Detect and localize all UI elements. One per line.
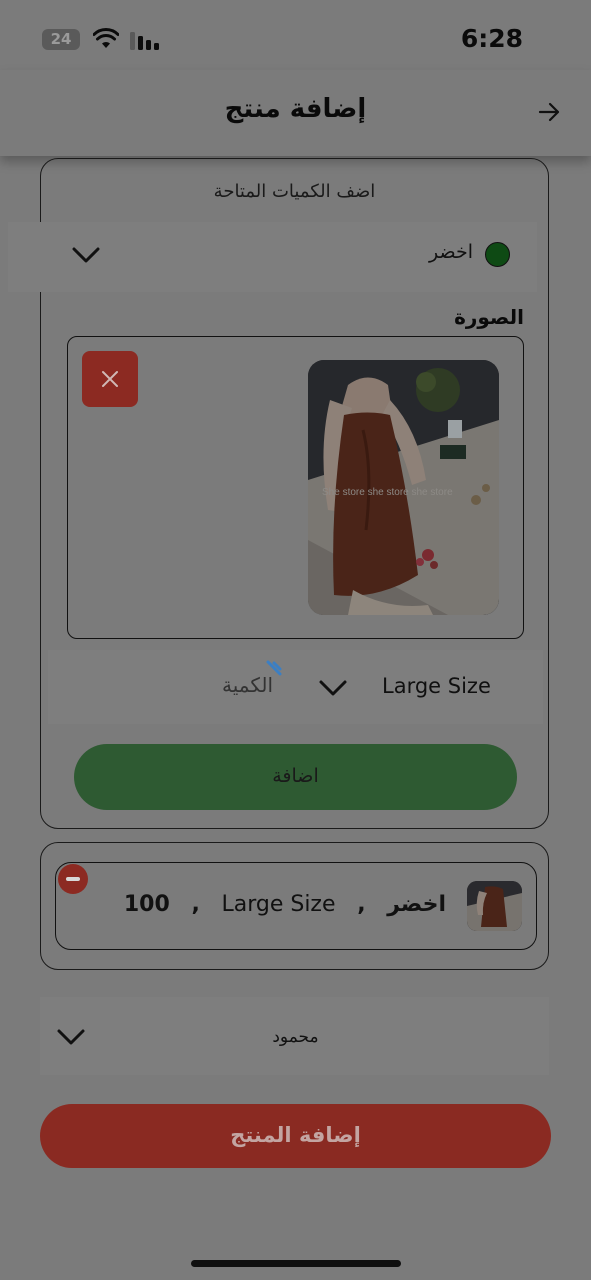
wifi-icon: [93, 28, 119, 48]
chevron-down-icon[interactable]: [71, 245, 101, 265]
arrow-right-icon[interactable]: [537, 100, 561, 124]
battery-icon: 24: [42, 29, 80, 50]
owner-value: محمود: [272, 1027, 319, 1047]
variant-size: Large Size: [221, 892, 336, 917]
watermark-text: She store she store she store: [322, 487, 453, 498]
variant-thumbnail: [467, 881, 522, 931]
quantity-input[interactable]: الكمية: [222, 673, 273, 697]
cellular-signal-icon: [130, 32, 159, 50]
size-dropdown[interactable]: Large Size: [382, 674, 491, 698]
close-icon: [102, 371, 118, 387]
chevron-down-icon[interactable]: [318, 678, 348, 698]
image-label: الصورة: [454, 305, 524, 329]
chevron-down-icon[interactable]: [56, 1027, 86, 1047]
submit-product-button[interactable]: إضافة المنتج: [40, 1104, 551, 1168]
color-label: اخضر: [429, 241, 473, 263]
variant-quantity: 100: [123, 892, 170, 917]
home-indicator: [191, 1260, 401, 1267]
color-swatch: [485, 242, 510, 267]
text-cursor-handle-icon[interactable]: [266, 660, 282, 676]
remove-variant-button[interactable]: [58, 864, 88, 894]
quantities-heading: اضف الكميات المتاحة: [213, 181, 376, 202]
add-quantity-button[interactable]: اضافة: [74, 744, 517, 810]
remove-image-button[interactable]: [82, 351, 138, 407]
dress-thumbnail: [467, 881, 522, 931]
status-bar: 24 6:28: [0, 0, 591, 80]
variant-summary: 100 , Large Size , اخضر: [123, 892, 446, 917]
variant-color: اخضر: [387, 892, 446, 917]
app-bar: إضافة منتج: [0, 70, 591, 156]
product-image: She store she store she store: [308, 360, 499, 615]
page-title: إضافة منتج: [224, 94, 367, 124]
status-time: 6:28: [460, 24, 523, 53]
